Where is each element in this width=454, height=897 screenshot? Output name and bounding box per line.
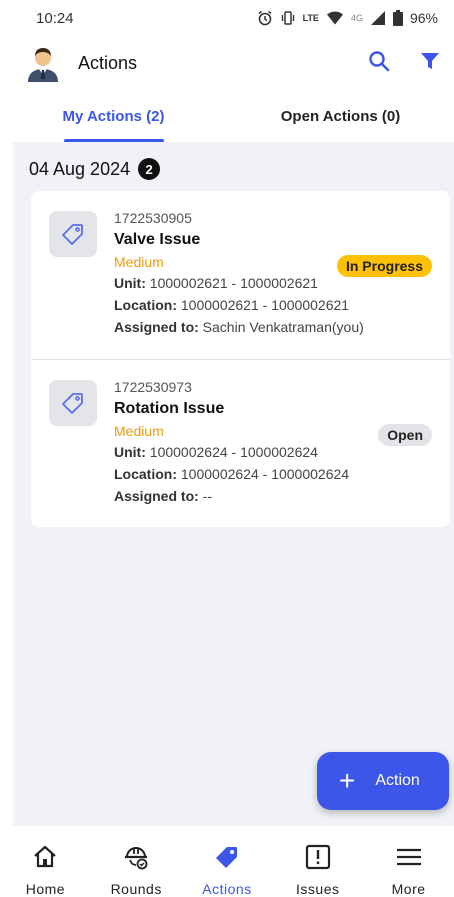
action-title: Rotation Issue [114,400,225,417]
assigned-value: -- [202,488,212,504]
nav-label: Home [25,881,66,897]
action-id: 1722530973 [114,379,192,395]
add-action-button[interactable]: + Action [317,752,449,810]
wifi-icon [326,10,344,26]
menu-icon [396,842,422,871]
action-assignee: Assigned to: Sachin Venkatraman(you) [114,316,434,338]
tab-bar: My Actions (2) Open Actions (0) [0,96,454,142]
alarm-icon [257,10,273,26]
filter-icon[interactable] [420,51,440,76]
tag-icon [213,842,241,871]
tag-icon [49,211,97,257]
unit-label: Unit: [114,444,146,460]
nav-item-rounds[interactable]: Rounds [91,826,182,897]
status-badge: Open [378,424,432,446]
avatar[interactable] [24,44,62,82]
nav-item-actions[interactable]: Actions [182,826,273,897]
action-item[interactable]: 1722530905 Valve Issue Medium In Progres… [31,191,450,359]
unit-value: 1000002624 - 1000002624 [149,444,318,460]
action-location: Location: 1000002624 - 1000002624 [114,463,434,485]
action-title: Valve Issue [114,231,201,248]
plus-icon: + [339,765,356,796]
location-label: Location: [114,297,177,313]
unit-label: Unit: [114,275,146,291]
vibrate-icon [280,10,296,26]
status-bar: 10:24 LTE 4G 96% [0,0,454,36]
tag-icon [49,380,97,426]
tab-label: Open Actions (0) [280,108,401,125]
actions-list-area[interactable]: 04 Aug 2024 2 1722530905 Valve Issue Med… [13,142,454,826]
status-badge: In Progress [336,255,432,277]
battery-icon [392,10,403,26]
nav-label: More [391,881,426,897]
nav-item-home[interactable]: Home [0,826,91,897]
action-assignee: Assigned to: -- [114,485,434,507]
bottom-navigation: Home Rounds Actions Issues More [0,826,454,897]
nav-item-issues[interactable]: Issues [272,826,363,897]
nav-label: Issues [296,881,340,897]
group-date: 04 Aug 2024 [29,158,131,179]
location-value: 1000002624 - 1000002624 [180,466,350,482]
location-value: 1000002621 - 1000002621 [180,297,350,313]
assigned-label: Assigned to: [114,488,199,504]
date-group-header: 04 Aug 2024 2 [29,158,161,180]
location-label: Location: [114,466,177,482]
lte-indicator: LTE [302,13,319,23]
group-count-badge: 2 [138,158,161,180]
action-item[interactable]: 1722530973 Rotation Issue Medium Open Un… [31,359,450,527]
battery-percent: 96% [409,10,438,26]
action-id: 1722530905 [114,210,192,226]
unit-value: 1000002621 - 1000002621 [149,275,318,291]
status-time: 10:24 [36,9,74,27]
app-bar: Actions [0,40,454,86]
alert-box-icon [305,842,331,871]
search-icon[interactable] [368,50,390,77]
network-type: 4G [350,13,363,23]
add-action-label: Action [375,772,420,789]
assigned-value: Sachin Venkatraman(you) [202,319,364,335]
action-location: Location: 1000002621 - 1000002621 [114,294,434,316]
nav-label: Rounds [110,881,162,897]
nav-label: Actions [202,881,252,897]
tab-my-actions[interactable]: My Actions (2) [0,96,227,142]
actions-card: 1722530905 Valve Issue Medium In Progres… [31,191,450,527]
app-bar-actions [368,50,440,77]
tab-open-actions[interactable]: Open Actions (0) [227,96,454,142]
tab-label: My Actions (2) [62,108,165,125]
hard-hat-icon [122,842,150,871]
nav-item-more[interactable]: More [363,826,454,897]
signal-icon [370,10,386,26]
page-title: Actions [78,52,138,73]
status-icons: LTE 4G 96% [257,10,438,26]
home-icon [32,842,58,871]
assigned-label: Assigned to: [114,319,199,335]
